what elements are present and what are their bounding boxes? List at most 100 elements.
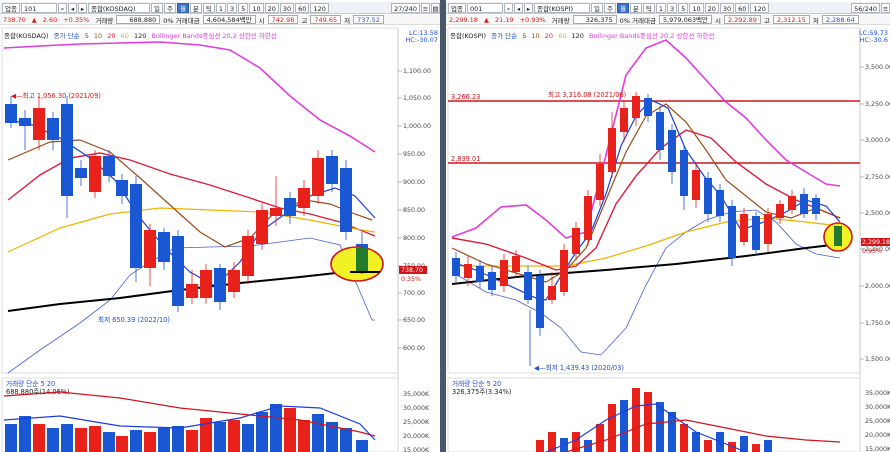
volume-bar <box>214 422 226 452</box>
axis-label: 1,750.00 <box>865 320 890 327</box>
legend-ma20: 20 <box>544 32 554 40</box>
candle <box>326 156 338 184</box>
candle <box>103 156 115 176</box>
candle <box>596 164 604 200</box>
resistance-label-2: 2,839.01 <box>451 155 480 163</box>
volume-bar <box>692 432 700 452</box>
axis-label: 2,750.00 <box>865 174 890 181</box>
volume-axis-label: 20,000K <box>403 433 430 440</box>
kospi-chart-panel: 업종 001 ⌕ ◂ ▸ 종합(KOSPI) 일 주 월 분 틱 1 3 5 1… <box>446 0 890 452</box>
candle <box>764 214 772 244</box>
candle <box>19 118 31 126</box>
volume-axis-label: 35,000K <box>865 390 890 397</box>
volume-bar <box>668 412 676 452</box>
candle <box>116 180 128 196</box>
candle <box>500 260 508 286</box>
candle <box>172 236 184 306</box>
axis-label: 3,250.00 <box>865 101 890 108</box>
candle <box>512 256 520 272</box>
volume-bar <box>158 428 170 452</box>
candle <box>61 104 73 196</box>
price-tag-percent: 0.93% <box>862 248 882 255</box>
volume-bar <box>340 428 352 452</box>
candle <box>5 104 17 123</box>
axis-label: 3,000.00 <box>865 137 890 144</box>
annotation-high: ◀—최고 1,056.30 (2021/09) <box>11 91 101 100</box>
volume-bar <box>752 444 760 452</box>
lc-hc-readout: LC:13.58 HC:-30.07 <box>405 30 438 44</box>
candle <box>740 214 748 242</box>
volume-bar <box>632 388 640 452</box>
chart-legend: 종합(KOSPI) 종가 단순 5 10 20 60 120 Bollinger… <box>450 30 717 40</box>
volume-bar <box>5 424 17 452</box>
candle <box>692 170 700 200</box>
kosdaq-price-chart[interactable]: 1,100.00 1,050.00 1,000.00 950.00 900.00 850.… <box>0 0 440 452</box>
candle <box>584 196 592 240</box>
candle <box>560 250 568 292</box>
candle <box>728 206 736 258</box>
candle <box>312 158 324 196</box>
volume-axis-label: 30,000K <box>865 404 890 411</box>
candle <box>89 156 101 192</box>
candle <box>186 284 198 298</box>
volume-bar <box>644 392 652 452</box>
legend-index: 종합(KOSPI) <box>450 32 487 40</box>
volume-axis-label: 30,000K <box>403 405 430 412</box>
resistance-label-1: 3,266.23 <box>451 93 480 101</box>
volume-bar <box>596 424 604 452</box>
candle <box>270 208 282 216</box>
current-candle <box>356 248 368 272</box>
candle <box>47 118 59 140</box>
trading-app: 업종 101 ⌕ ◂ ▸ 종합(KOSDAQ) 일 주 월 분 틱 1 3 5 … <box>0 0 890 452</box>
volume-axis-label: 15,000K <box>403 447 430 452</box>
candle <box>464 264 472 278</box>
volume-axis-label: 25,000K <box>403 419 430 426</box>
candle <box>716 190 724 216</box>
legend-ma20: 20 <box>107 32 116 40</box>
volume-bar <box>89 426 101 452</box>
candle <box>228 270 240 292</box>
candle <box>158 232 170 262</box>
price-tag-value: 2,299.18 <box>862 239 890 246</box>
candle <box>340 168 352 232</box>
candle <box>680 150 688 196</box>
kospi-price-chart[interactable]: 3,500.00 3,250.00 3,000.00 2,750.00 2,500.00… <box>446 0 890 452</box>
axis-label: 600.00 <box>403 345 425 352</box>
axis-label: 950.00 <box>403 151 425 158</box>
lc-hc-readout: LC:59.73 HC:-30.6 <box>859 30 888 44</box>
volume-bar <box>608 404 616 452</box>
volume-axis-label: 15,000K <box>865 446 890 452</box>
volume-bar <box>130 430 142 452</box>
price-tag-percent: 0.35% <box>401 276 421 283</box>
axis-label: 650.00 <box>403 317 425 324</box>
candle <box>704 178 712 214</box>
axis-label: 900.00 <box>403 179 425 186</box>
candle <box>812 198 820 214</box>
legend-bb: Bollinger Bands중심선 20,2 상한선 하한선 <box>588 32 715 40</box>
price-plot-area <box>1 27 399 374</box>
annotation-low: 최저 650.39 (2022/10) <box>98 315 170 324</box>
legend-ma5: 5 <box>522 32 527 40</box>
volume-bar <box>61 424 73 452</box>
volume-bar <box>704 440 712 452</box>
current-candle <box>834 226 842 246</box>
axis-label: 700.00 <box>403 290 425 297</box>
legend-ma120: 120 <box>571 32 584 40</box>
candle <box>488 272 496 290</box>
volume-bar <box>186 430 198 452</box>
volume-bar <box>33 424 45 452</box>
candle <box>214 268 226 302</box>
volume-title: 거래량 단순 5 20 <box>6 379 55 388</box>
legend-ma10: 10 <box>93 32 103 40</box>
volume-bar <box>356 440 368 452</box>
kosdaq-chart-panel: 업종 101 ⌕ ◂ ▸ 종합(KOSDAQ) 일 주 월 분 틱 1 3 5 … <box>0 0 440 452</box>
legend-ma-label: 종가 단순 <box>491 32 518 40</box>
candle <box>256 210 268 244</box>
candle <box>130 184 142 268</box>
volume-title: 거래량 단순 5 20 <box>452 379 501 388</box>
legend-ma60: 60 <box>558 32 567 40</box>
axis-label: 2,000.00 <box>865 283 890 290</box>
volume-bar <box>284 408 296 452</box>
volume-bar <box>656 402 664 452</box>
axis-label: 1,050.00 <box>403 95 431 102</box>
